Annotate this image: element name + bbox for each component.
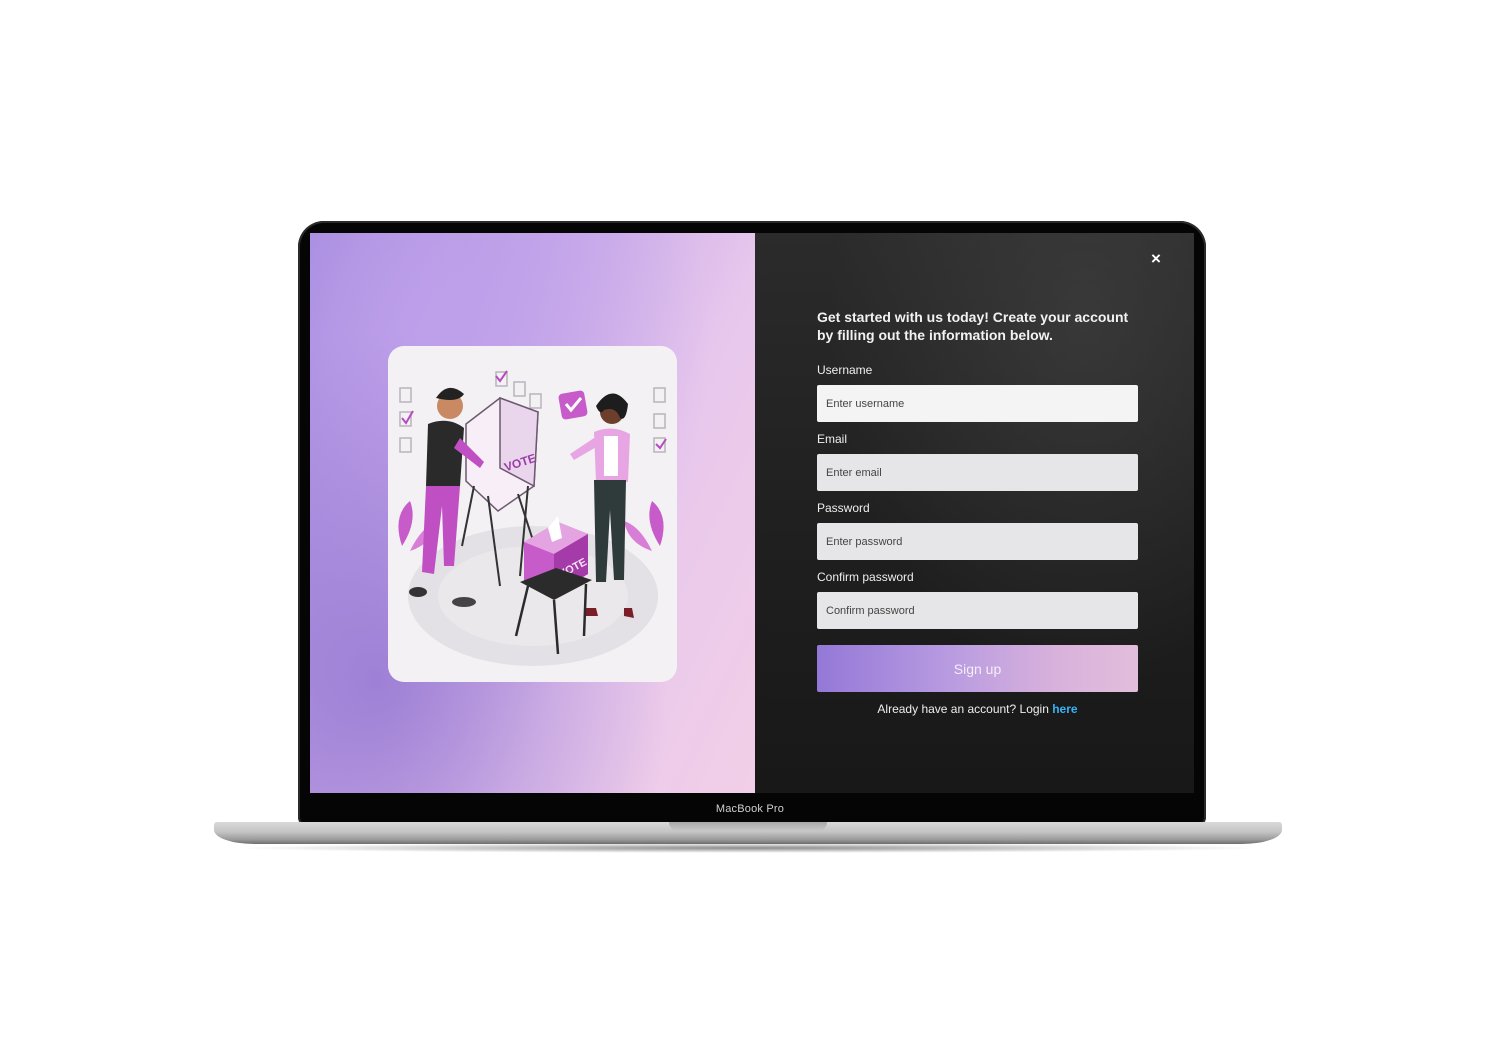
laptop-screen: VOTE VOTE × Get started with us today! C… — [310, 233, 1194, 793]
laptop-mockup: VOTE VOTE × Get started with us today! C… — [0, 0, 1500, 1038]
illustration-card: VOTE VOTE — [388, 346, 677, 682]
email-input[interactable] — [817, 454, 1138, 491]
username-input[interactable] — [817, 385, 1138, 422]
email-label: Email — [817, 432, 848, 446]
login-prompt: Already have an account? Login here — [817, 702, 1138, 716]
signup-button[interactable]: Sign up — [817, 645, 1138, 692]
laptop-base-shadow — [230, 843, 1266, 853]
signup-panel: × Get started with us today! Create your… — [755, 233, 1194, 793]
password-label: Password — [817, 501, 870, 515]
laptop-notch — [669, 822, 827, 831]
laptop-brand-label: MacBook Pro — [715, 803, 785, 815]
confirm-password-label: Confirm password — [817, 570, 914, 584]
illustration-panel: VOTE VOTE — [310, 233, 755, 793]
password-input[interactable] — [817, 523, 1138, 560]
close-icon[interactable]: × — [1148, 248, 1164, 270]
signup-intro-text: Get started with us today! Create your a… — [817, 309, 1129, 343]
login-link[interactable]: here — [1052, 702, 1077, 716]
login-prompt-text: Already have an account? Login — [877, 702, 1053, 716]
voting-illustration: VOTE VOTE — [398, 370, 667, 666]
confirm-password-input[interactable] — [817, 592, 1138, 629]
username-label: Username — [817, 363, 873, 377]
